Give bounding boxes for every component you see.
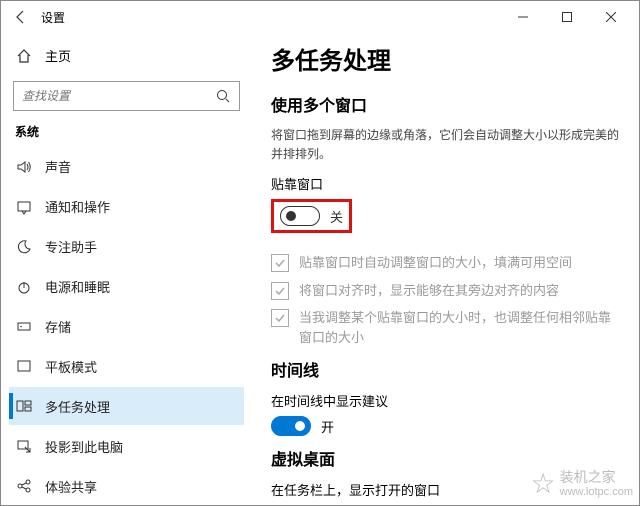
close-button[interactable] xyxy=(589,2,633,32)
sidebar-item-label: 体验共享 xyxy=(45,477,97,496)
sidebar-item-multitasking[interactable]: 多任务处理 xyxy=(9,387,244,425)
section-heading-windows: 使用多个窗口 xyxy=(271,92,621,116)
sidebar-item-label: 投影到此电脑 xyxy=(45,437,123,456)
window-title: 设置 xyxy=(41,9,65,26)
section-heading-timeline: 时间线 xyxy=(271,357,621,381)
timeline-toggle[interactable] xyxy=(271,416,311,436)
sidebar-group-title: 系统 xyxy=(15,123,244,140)
timeline-toggle-state: 开 xyxy=(321,417,334,436)
sidebar-item-sound[interactable]: 声音 xyxy=(9,148,244,186)
snap-option-3: 当我调整某个贴靠窗口的大小时，也调整任何相邻贴靠窗口的大小 xyxy=(271,308,621,347)
home-icon xyxy=(15,47,33,65)
checkbox-icon xyxy=(271,282,289,300)
sidebar-item-label: 存储 xyxy=(45,317,71,336)
page-title: 多任务处理 xyxy=(271,41,621,76)
sidebar-item-label: 通知和操作 xyxy=(45,197,110,216)
section-heading-virtual-desktop: 虚拟桌面 xyxy=(271,446,621,470)
maximize-button[interactable] xyxy=(545,2,589,32)
minimize-button[interactable] xyxy=(501,2,545,32)
moon-icon xyxy=(15,238,33,256)
search-input[interactable] xyxy=(13,81,240,111)
project-icon xyxy=(15,437,33,455)
sidebar-item-label: 电源和睡眠 xyxy=(45,277,110,296)
tablet-icon xyxy=(15,357,33,375)
sidebar-item-label: 多任务处理 xyxy=(45,397,110,416)
sidebar-item-power[interactable]: 电源和睡眠 xyxy=(9,268,244,306)
notification-icon xyxy=(15,198,33,216)
sidebar: 主页 系统 声音 通知和操作 专注助手 电源和睡眠 存储 平板模式 xyxy=(1,33,253,505)
sidebar-item-label: 专注助手 xyxy=(45,237,97,256)
snap-label: 贴靠窗口 xyxy=(271,174,621,193)
checkbox-icon xyxy=(271,254,289,272)
snap-toggle[interactable] xyxy=(280,206,320,226)
share-icon xyxy=(15,477,33,495)
sidebar-item-label: 平板模式 xyxy=(45,357,97,376)
speaker-icon xyxy=(15,158,33,176)
sidebar-item-projecting[interactable]: 投影到此电脑 xyxy=(9,427,244,465)
snap-toggle-state: 关 xyxy=(330,207,343,226)
sidebar-item-tablet[interactable]: 平板模式 xyxy=(9,347,244,385)
back-button[interactable] xyxy=(7,3,35,31)
search-icon xyxy=(214,87,232,105)
checkbox-label: 将窗口对齐时，显示能够在其旁边对齐的内容 xyxy=(299,281,559,301)
storage-icon xyxy=(15,317,33,335)
checkbox-label: 当我调整某个贴靠窗口的大小时，也调整任何相邻贴靠窗口的大小 xyxy=(299,308,621,347)
multitask-icon xyxy=(15,397,33,415)
sidebar-item-shared[interactable]: 体验共享 xyxy=(9,467,244,505)
section-desc: 将窗口拖到屏幕的边缘或角落，它们会自动调整大小以形成完美的并排排列。 xyxy=(271,126,621,164)
sidebar-item-focus-assist[interactable]: 专注助手 xyxy=(9,228,244,266)
timeline-label: 在时间线中显示建议 xyxy=(271,391,621,410)
snap-toggle-highlight: 关 xyxy=(271,199,352,233)
sidebar-item-notifications[interactable]: 通知和操作 xyxy=(9,188,244,226)
checkbox-icon xyxy=(271,309,289,327)
checkbox-label: 贴靠窗口时自动调整窗口的大小，填满可用空间 xyxy=(299,253,572,273)
virtual-desktop-label: 在任务栏上，显示打开的窗口 xyxy=(271,480,621,499)
sidebar-item-storage[interactable]: 存储 xyxy=(9,308,244,346)
snap-option-2: 将窗口对齐时，显示能够在其旁边对齐的内容 xyxy=(271,281,621,301)
power-icon xyxy=(15,278,33,296)
snap-option-1: 贴靠窗口时自动调整窗口的大小，填满可用空间 xyxy=(271,253,621,273)
sidebar-home[interactable]: 主页 xyxy=(9,39,244,73)
sidebar-home-label: 主页 xyxy=(45,46,71,65)
main-panel: 多任务处理 使用多个窗口 将窗口拖到屏幕的边缘或角落，它们会自动调整大小以形成完… xyxy=(253,33,639,505)
sidebar-item-label: 声音 xyxy=(45,157,71,176)
